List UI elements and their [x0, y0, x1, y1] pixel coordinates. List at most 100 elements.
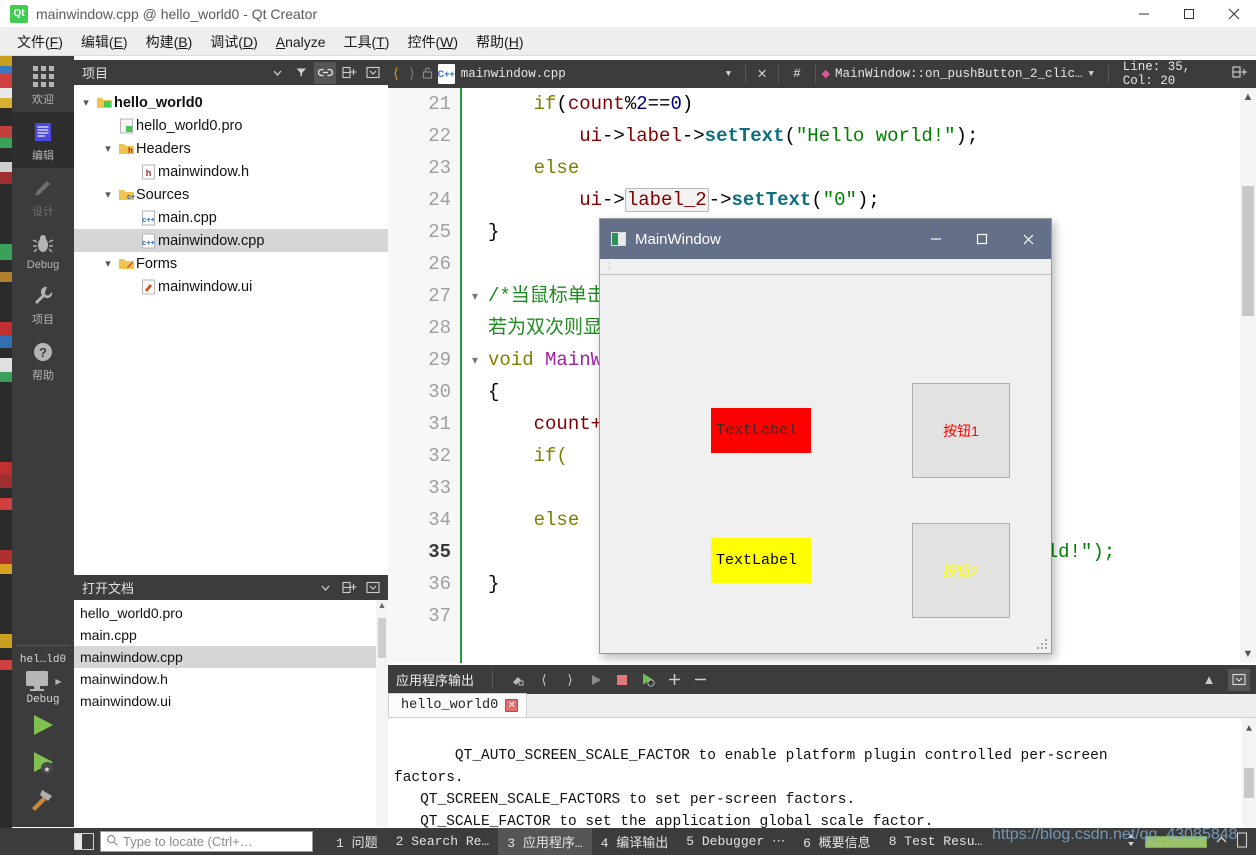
maximize-icon[interactable]: [959, 219, 1005, 259]
open-document-item-2[interactable]: main.cpp: [74, 624, 388, 646]
status-tab-2[interactable]: 2 Search Re…: [387, 830, 499, 853]
tree-node-7[interactable]: c++ mainwindow.cpp: [74, 229, 388, 252]
menu-item-4[interactable]: 调试(D): [201, 29, 266, 55]
open-document-item-3[interactable]: mainwindow.cpp: [74, 646, 388, 668]
collapse-icon[interactable]: [362, 577, 384, 599]
push-button-1[interactable]: 按钮1: [912, 383, 1010, 478]
fold-toggle-icon[interactable]: ▾: [464, 280, 486, 312]
tree-node-1[interactable]: ▾ hello_world0: [74, 91, 388, 114]
menu-item-5[interactable]: Analyze: [267, 31, 335, 53]
build-status-icon[interactable]: [1236, 831, 1248, 852]
mode-6[interactable]: ? 帮助: [12, 332, 74, 388]
filter-icon[interactable]: [290, 62, 312, 84]
fold-toggle-icon[interactable]: ▾: [464, 344, 486, 376]
split-add-icon[interactable]: [338, 62, 360, 84]
chevron-up-icon[interactable]: [1215, 834, 1228, 849]
open-documents-scrollbar[interactable]: ▲: [376, 600, 388, 827]
maximize-icon[interactable]: [1166, 0, 1211, 28]
hammer-icon[interactable]: [28, 786, 58, 817]
chevron-down-icon[interactable]: ▾: [100, 257, 116, 270]
sort-icon[interactable]: [1125, 832, 1137, 852]
status-tab-3[interactable]: 3 应用程序…: [498, 828, 592, 855]
editor-scrollbar[interactable]: ▲ ▼: [1240, 88, 1256, 663]
locator-input[interactable]: Type to locate (Ctrl+…: [100, 831, 313, 852]
tree-node-9[interactable]: mainwindow.ui: [74, 275, 388, 298]
menu-item-7[interactable]: 控件(W): [398, 29, 467, 55]
run-debug-icon[interactable]: [635, 667, 661, 693]
mode-1[interactable]: 欢迎: [12, 56, 74, 112]
chevron-up-icon[interactable]: ▲: [1240, 88, 1256, 106]
chevron-down-icon[interactable]: ▼: [726, 69, 731, 79]
run-icon[interactable]: [583, 667, 609, 693]
scrollbar-thumb[interactable]: [378, 618, 386, 658]
zoom-out-icon[interactable]: [687, 667, 713, 693]
chevron-down-icon[interactable]: ▾: [100, 188, 116, 201]
zoom-in-icon[interactable]: [661, 667, 687, 693]
scrollbar-thumb[interactable]: [1242, 186, 1254, 316]
tree-node-5[interactable]: ▾ c+ Sources: [74, 183, 388, 206]
tree-node-4[interactable]: h mainwindow.h: [74, 160, 388, 183]
maximize-pane-icon[interactable]: [1228, 668, 1250, 691]
status-tab-5[interactable]: 5 Debugger ⋯: [677, 830, 794, 853]
tree-node-2[interactable]: hello_world0.pro: [74, 114, 388, 137]
editor-filename[interactable]: mainwindow.cpp: [461, 67, 566, 81]
running-app-window[interactable]: MainWindow ⋮ TextLabel TextLabel 按钮1 按钮2: [599, 218, 1052, 654]
menu-item-1[interactable]: 文件(F): [8, 29, 72, 55]
back-arrow-icon[interactable]: ⟨: [388, 66, 404, 83]
mode-5[interactable]: 项目: [12, 276, 74, 332]
run-icon[interactable]: [28, 712, 58, 743]
minimize-icon[interactable]: [1121, 0, 1166, 28]
unlock-icon[interactable]: [420, 66, 436, 83]
next-item-icon[interactable]: ⟩: [557, 667, 583, 693]
chevron-up-icon[interactable]: ▲: [1242, 719, 1256, 741]
chevron-up-icon[interactable]: ▲: [1196, 667, 1222, 693]
close-icon[interactable]: [1211, 0, 1256, 28]
split-add-icon[interactable]: [338, 577, 360, 599]
chevron-down-icon[interactable]: [266, 62, 288, 84]
status-tab-1[interactable]: 1 问题: [327, 828, 387, 855]
mode-2[interactable]: 编辑: [12, 112, 74, 168]
link-icon[interactable]: [314, 61, 336, 84]
open-document-item-1[interactable]: hello_world0.pro: [74, 602, 388, 624]
stop-icon[interactable]: [609, 667, 635, 693]
resize-grip-icon[interactable]: [1037, 639, 1047, 649]
status-tab-7[interactable]: 8 Test Resu…: [880, 830, 992, 853]
hash-icon[interactable]: #: [785, 67, 809, 81]
menu-item-6[interactable]: 工具(T): [335, 29, 399, 55]
tree-node-3[interactable]: ▾ h Headers: [74, 137, 388, 160]
mode-3[interactable]: 设计: [12, 168, 74, 224]
chevron-up-icon[interactable]: ▲: [376, 600, 388, 610]
chevron-down-icon[interactable]: ▾: [78, 96, 94, 109]
open-document-item-4[interactable]: mainwindow.h: [74, 668, 388, 690]
chevron-down-icon[interactable]: ▾: [100, 142, 116, 155]
mode-4[interactable]: Debug: [12, 224, 74, 276]
menu-item-3[interactable]: 构建(B): [137, 29, 202, 55]
chevron-down-icon[interactable]: [314, 577, 336, 599]
output-tab-hello-world0[interactable]: hello_world0 ✕: [388, 693, 528, 717]
close-icon[interactable]: [1005, 219, 1051, 259]
clear-output-icon[interactable]: [505, 667, 531, 693]
toggle-sidebar-icon[interactable]: [74, 833, 94, 850]
prev-item-icon[interactable]: ⟨: [531, 667, 557, 693]
collapse-icon[interactable]: [362, 62, 384, 84]
tree-node-6[interactable]: c++ main.cpp: [74, 206, 388, 229]
close-tab-icon[interactable]: ✕: [505, 699, 519, 712]
menu-item-2[interactable]: 编辑(E): [72, 29, 137, 55]
menu-item-8[interactable]: 帮助(H): [467, 29, 532, 55]
run-debug-icon[interactable]: ●: [28, 749, 58, 780]
chevron-down-icon[interactable]: ▼: [1089, 69, 1094, 79]
kit-selector[interactable]: ▶: [24, 669, 62, 693]
status-tab-6[interactable]: 6 概要信息: [794, 828, 880, 855]
fold-column[interactable]: ▾ ▾: [464, 88, 486, 663]
push-button-2[interactable]: 按钮2: [912, 523, 1010, 618]
split-add-icon[interactable]: [1232, 65, 1256, 83]
chevron-down-icon[interactable]: ▼: [1240, 645, 1256, 663]
tree-node-8[interactable]: ▾ Forms: [74, 252, 388, 275]
output-scrollbar[interactable]: ▲: [1242, 718, 1256, 828]
close-icon[interactable]: ✕: [752, 66, 772, 82]
forward-arrow-icon[interactable]: ⟩: [404, 66, 420, 83]
editor-symbol[interactable]: MainWindow::on_pushButton_2_clic…: [835, 67, 1083, 81]
minimize-icon[interactable]: [913, 219, 959, 259]
open-document-item-5[interactable]: mainwindow.ui: [74, 690, 388, 712]
scrollbar-thumb[interactable]: [1244, 768, 1254, 798]
